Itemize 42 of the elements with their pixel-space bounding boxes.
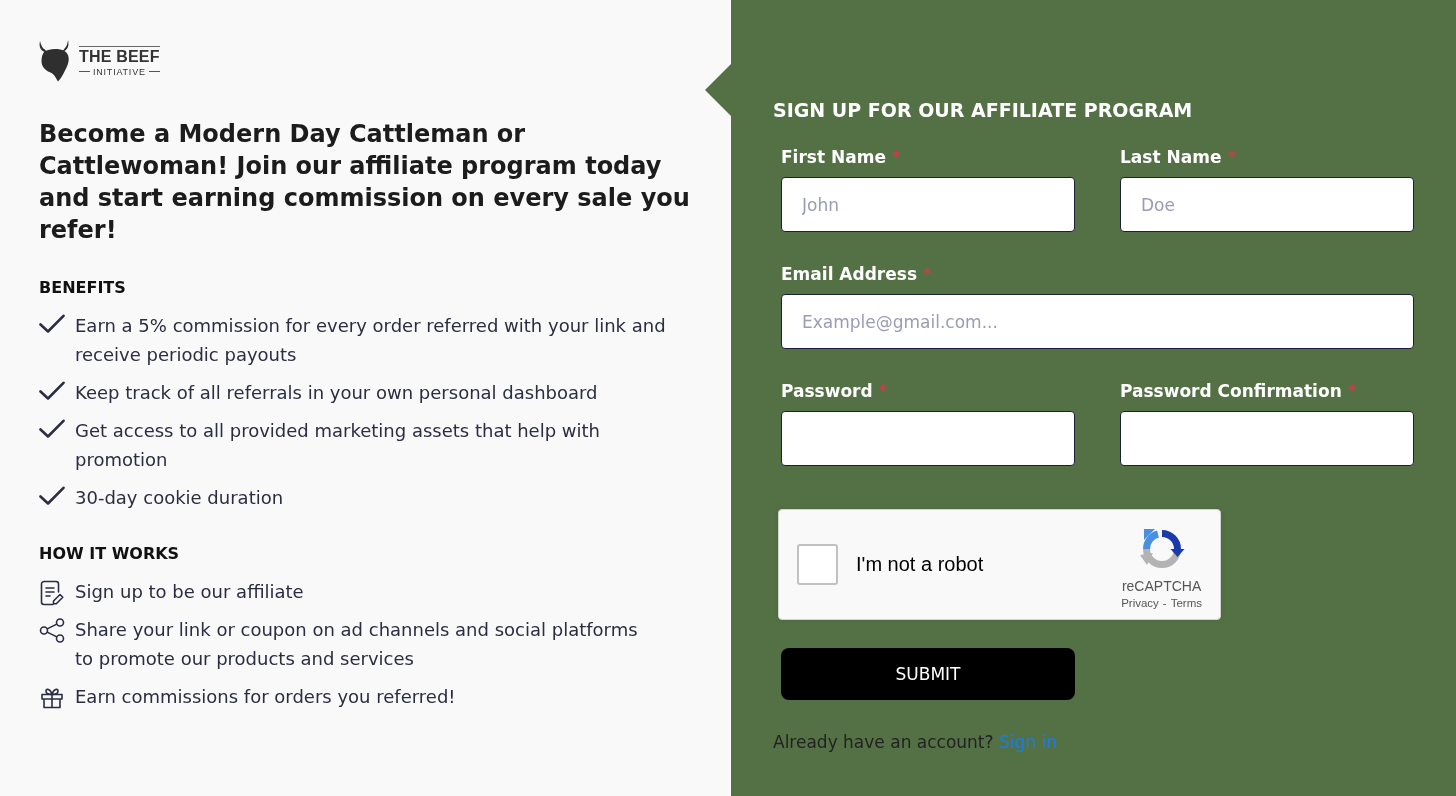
field-label: Email Address [781,263,918,286]
input-field[interactable]: Doe [1120,177,1414,232]
step-text: Earn commissions for orders you referred! [75,685,456,709]
recaptcha-brand: reCAPTCHA [1121,577,1202,595]
share-icon [39,618,65,643]
terms-link[interactable]: Terms [1170,595,1202,610]
required-asterisk: * [1227,146,1236,169]
brand-name: THE BEEF [79,45,160,65]
benefit-text: 30-day cookie duration [75,486,284,510]
headline: Become a Modern Day Cattleman or Cattlewoman! Join our affiliate program today and start earning commission on every sale you refer! [39,119,691,246]
step-text: Sign up to be our affiliate [75,580,304,604]
required-asterisk: * [923,263,932,286]
checkbox[interactable] [797,544,838,585]
check-icon [39,419,65,439]
benefit-text: Keep track of all referrals in your own personal dashboard [75,381,598,405]
required-asterisk: * [1347,380,1357,403]
section-heading: BENEFITS [39,278,127,298]
link-separator: - [1162,595,1167,610]
required-asterisk: * [891,146,901,169]
submit-button[interactable]: SUBMIT [781,648,1075,700]
account-prompt: Already have an account? Sign in [773,731,1058,754]
field-label: First Name [781,146,886,169]
checkbox-label: I'm not a robot [856,553,984,576]
step-text: Share your link or coupon on ad channels and social platforms to promote our products and services [75,618,639,671]
input-field[interactable] [781,411,1075,466]
check-icon [39,381,65,401]
brand-tagline: INITIATIVE [92,66,146,77]
check-icon [39,314,65,334]
bull-head-logo-icon [38,40,72,82]
privacy-link[interactable]: Privacy [1121,595,1159,610]
required-asterisk: * [878,380,888,403]
benefit-text: Earn a 5% commission for every order referred with your link and receive periodic payouts [75,314,667,367]
check-icon [39,486,65,506]
section-heading: HOW IT WORKS [39,544,181,564]
document-pencil-icon [40,580,64,606]
field-label: Password Confirmation [1120,380,1342,403]
input-field[interactable] [1120,411,1414,466]
benefit-text: Get access to all provided marketing assets that help with promotion [75,419,601,472]
field-label: Password [781,380,873,403]
form-title: SIGN UP FOR OUR AFFILIATE PROGRAM [773,98,1194,123]
input-field[interactable]: Example@gmail.com... [781,294,1414,349]
field-label: Last Name [1120,146,1222,169]
